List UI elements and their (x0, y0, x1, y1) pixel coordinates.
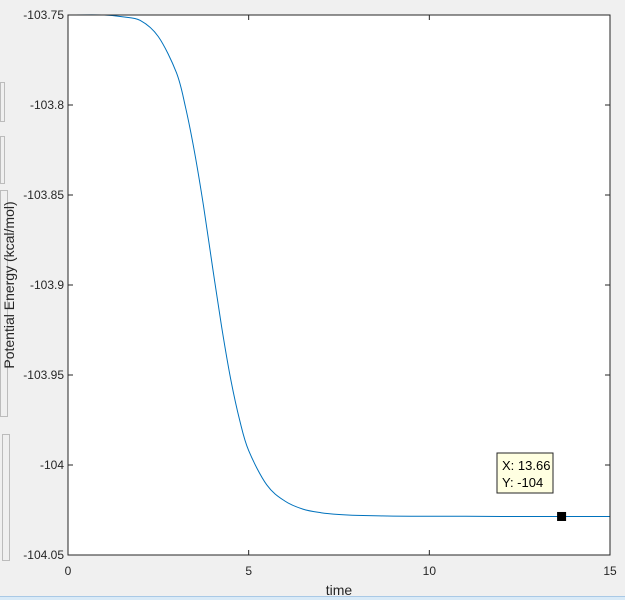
line-chart: 0 5 10 15 -103.75 -103.8 -103.85 -103.9 -103.95 -… (1, 8, 617, 598)
datatip-marker[interactable] (557, 511, 567, 521)
y-axis-label: Potential Energy (kcal/mol) (1, 201, 17, 368)
y-tick-label: -103.9 (30, 278, 64, 292)
x-tick-label: 10 (423, 564, 437, 578)
figure-bottom-strip (0, 596, 625, 600)
y-tick-label: -103.85 (23, 188, 64, 202)
y-tick-label: -103.8 (30, 98, 64, 112)
datatip-y: Y: -104 (502, 475, 543, 490)
datatip-x: X: 13.66 (502, 458, 550, 473)
y-tick-label: -103.95 (23, 368, 64, 382)
y-tick-label: -104.05 (23, 548, 64, 562)
x-tick-label: 0 (65, 564, 72, 578)
x-tick-label: 5 (245, 564, 252, 578)
y-tick-label: -103.75 (23, 8, 64, 22)
x-tick-label: 15 (603, 564, 617, 578)
y-tick-label: -104 (40, 458, 64, 472)
